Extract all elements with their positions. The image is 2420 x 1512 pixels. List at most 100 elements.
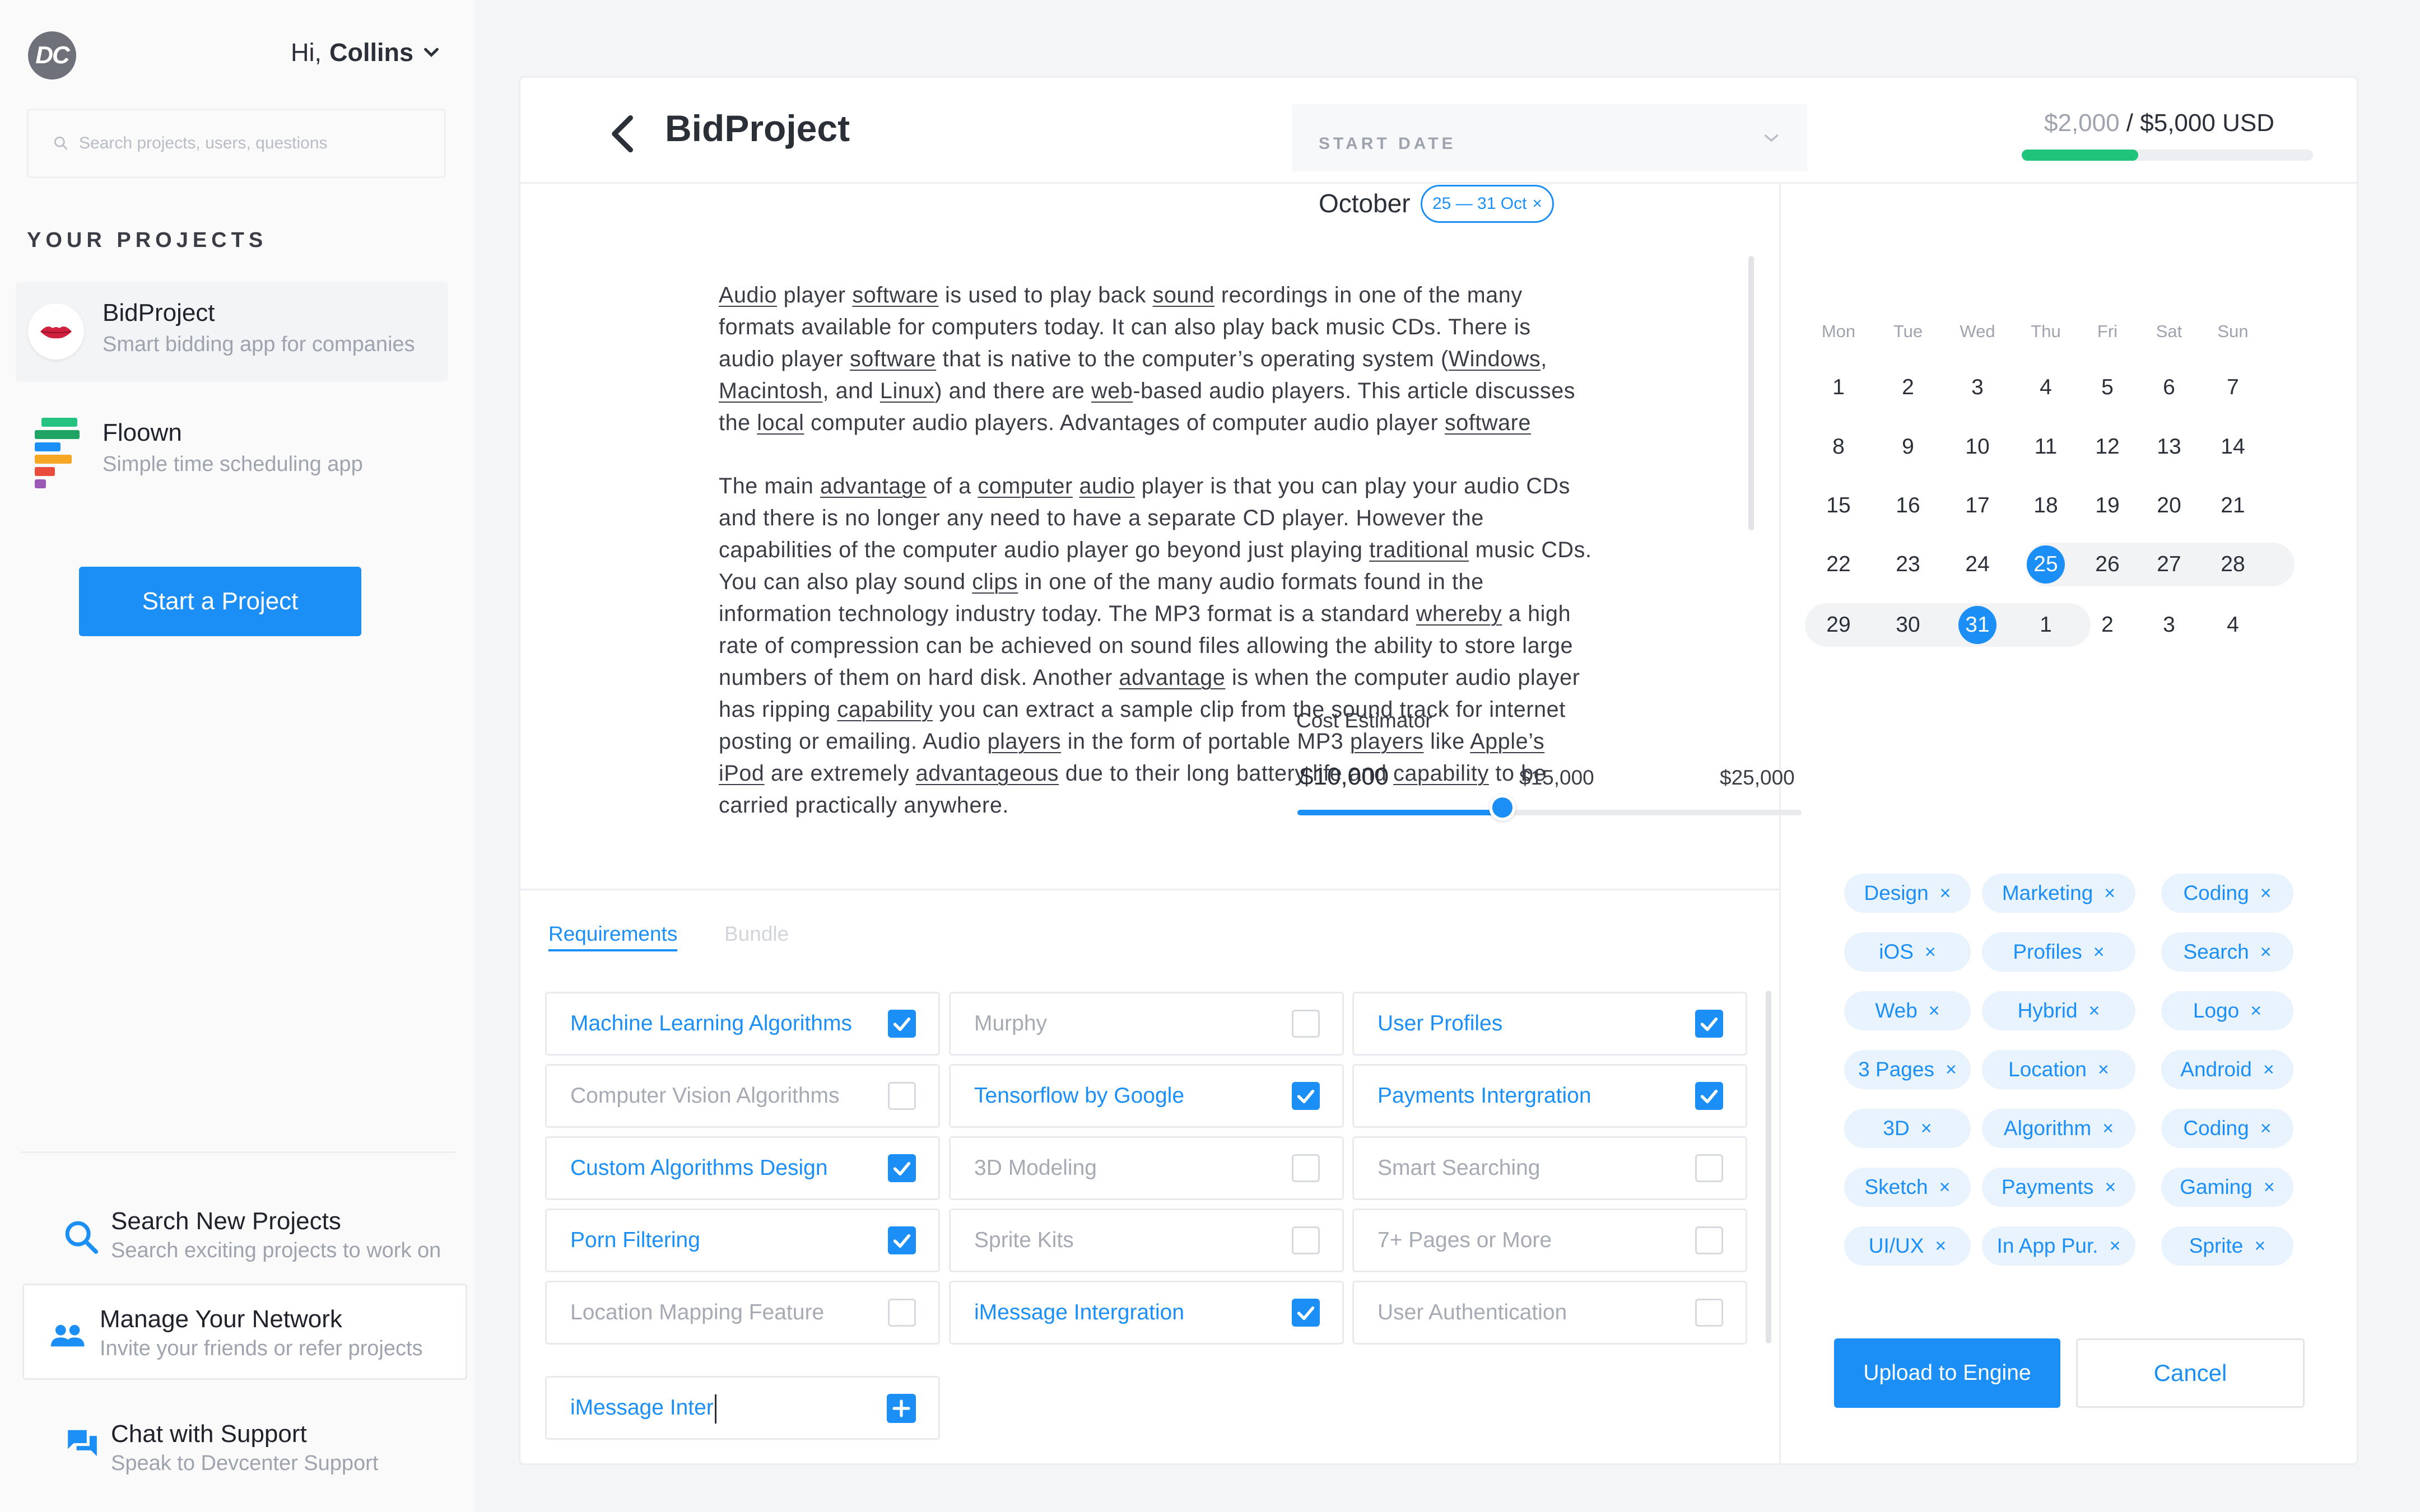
project-item-floown[interactable]: Floown Simple time scheduling app	[16, 402, 448, 502]
calendar-day[interactable]: 23	[1877, 545, 1939, 584]
user-menu[interactable]: Hi, Collins	[291, 38, 441, 67]
calendar-day[interactable]: 25	[2015, 545, 2077, 584]
requirement-item[interactable]: User Authentication	[1352, 1281, 1747, 1345]
calendar-day[interactable]: 16	[1877, 486, 1939, 525]
calendar-day[interactable]: 19	[2077, 486, 2138, 525]
close-icon[interactable]: ×	[1946, 1059, 1957, 1081]
close-icon[interactable]: ×	[2264, 1177, 2275, 1198]
calendar-day[interactable]: 15	[1808, 486, 1869, 525]
calendar-day[interactable]: 26	[2077, 545, 2138, 584]
calendar-day[interactable]: 1	[1808, 368, 1869, 407]
tag-chip[interactable]: Payments ×	[1982, 1168, 2135, 1207]
requirement-item[interactable]: Location Mapping Feature	[545, 1281, 940, 1345]
tag-chip[interactable]: Algorithm ×	[1982, 1109, 2135, 1148]
close-icon[interactable]: ×	[2102, 1118, 2114, 1140]
tag-chip[interactable]: iOS ×	[1844, 932, 1971, 972]
requirement-checkbox[interactable]	[1292, 1226, 1320, 1254]
close-icon[interactable]: ×	[2105, 1177, 2116, 1198]
requirement-item[interactable]: Machine Learning Algorithms	[545, 992, 940, 1056]
requirement-checkbox[interactable]	[1695, 1010, 1723, 1038]
calendar-day[interactable]: 3	[1947, 368, 2008, 407]
chevron-down-icon[interactable]	[1760, 127, 1783, 149]
tag-chip[interactable]: Sprite ×	[2161, 1226, 2293, 1266]
requirement-item[interactable]: iMessage Intergration	[949, 1281, 1344, 1345]
calendar-day[interactable]: 6	[2138, 368, 2200, 407]
calendar-day[interactable]: 14	[2202, 427, 2264, 466]
tag-chip[interactable]: Profiles ×	[1982, 932, 2135, 972]
requirement-item[interactable]: Sprite Kits	[949, 1208, 1344, 1272]
date-range-chip[interactable]: 25 — 31 Oct ×	[1421, 185, 1554, 223]
tab-requirements[interactable]: Requirements	[548, 922, 678, 951]
calendar-day[interactable]: 27	[2138, 545, 2200, 584]
cost-slider-thumb[interactable]	[1489, 794, 1516, 821]
close-icon[interactable]: ×	[2250, 1000, 2261, 1022]
tag-chip[interactable]: Gaming ×	[2161, 1168, 2293, 1207]
close-icon[interactable]: ×	[1940, 883, 1951, 904]
close-icon[interactable]: ×	[1939, 1177, 1951, 1198]
calendar-day[interactable]: 12	[2077, 427, 2138, 466]
requirement-item[interactable]: Porn Filtering	[545, 1208, 940, 1272]
calendar-day[interactable]: 7	[2202, 368, 2264, 407]
close-icon[interactable]: ×	[2254, 1235, 2265, 1257]
close-icon[interactable]: ×	[1929, 1000, 1940, 1022]
requirement-checkbox[interactable]	[888, 1010, 916, 1038]
calendar-day[interactable]: 3	[2138, 605, 2200, 645]
tag-chip[interactable]: Marketing ×	[1982, 874, 2135, 913]
tag-chip[interactable]: Location ×	[1982, 1050, 2135, 1089]
calendar-day[interactable]: 9	[1877, 427, 1939, 466]
tag-chip[interactable]: Search ×	[2161, 932, 2293, 972]
calendar-day[interactable]: 4	[2202, 605, 2264, 645]
calendar-day[interactable]: 31	[1947, 605, 2008, 645]
requirement-item[interactable]: 7+ Pages or More	[1352, 1208, 1747, 1272]
description-scrollbar[interactable]	[1748, 256, 1754, 530]
requirement-item[interactable]: Tensorflow by Google	[949, 1064, 1344, 1128]
close-icon[interactable]: ×	[1925, 941, 1936, 963]
chat-support-link[interactable]: Chat with Support Speak to Devcenter Sup…	[22, 1400, 465, 1495]
calendar-day[interactable]: 18	[2015, 486, 2077, 525]
calendar-day[interactable]: 8	[1808, 427, 1869, 466]
close-icon[interactable]: ×	[2089, 1000, 2100, 1022]
close-icon[interactable]: ×	[2110, 1235, 2121, 1257]
requirement-item[interactable]: Payments Intergration	[1352, 1064, 1747, 1128]
tag-chip[interactable]: Logo ×	[2161, 991, 2293, 1030]
search-new-projects-link[interactable]: Search New Projects Search exciting proj…	[22, 1187, 465, 1282]
close-icon[interactable]: ×	[1935, 1235, 1946, 1257]
tag-chip[interactable]: UI/UX ×	[1844, 1226, 1971, 1266]
calendar-day[interactable]: 17	[1947, 486, 2008, 525]
requirement-checkbox[interactable]	[1292, 1154, 1320, 1182]
close-icon[interactable]: ×	[1532, 194, 1542, 213]
calendar-day[interactable]: 28	[2202, 545, 2264, 584]
tag-chip[interactable]: Hybrid ×	[1982, 991, 2135, 1030]
tag-chip[interactable]: Coding ×	[2161, 874, 2293, 913]
requirement-checkbox[interactable]	[1292, 1299, 1320, 1327]
tag-chip[interactable]: Android ×	[2161, 1050, 2293, 1089]
requirement-checkbox[interactable]	[888, 1154, 916, 1182]
calendar-day[interactable]: 30	[1877, 605, 1939, 645]
close-icon[interactable]: ×	[2093, 941, 2105, 963]
requirement-item[interactable]: Murphy	[949, 992, 1344, 1056]
requirement-item[interactable]: Custom Algorithms Design	[545, 1136, 940, 1200]
requirement-checkbox[interactable]	[1292, 1082, 1320, 1110]
avatar[interactable]: DC	[28, 31, 76, 80]
close-icon[interactable]: ×	[2098, 1059, 2109, 1081]
project-item-bidproject[interactable]: BidProject Smart bidding app for compani…	[16, 282, 448, 382]
tag-chip[interactable]: 3 Pages ×	[1844, 1050, 1971, 1089]
upload-to-engine-button[interactable]: Upload to Engine	[1834, 1338, 2060, 1408]
back-arrow-icon[interactable]	[604, 111, 644, 156]
calendar-day[interactable]: 24	[1947, 545, 2008, 584]
requirement-checkbox[interactable]	[1695, 1299, 1723, 1327]
calendar-day[interactable]: 10	[1947, 427, 2008, 466]
requirement-item[interactable]: Computer Vision Algorithms	[545, 1064, 940, 1128]
search-input[interactable]: Search projects, users, questions	[27, 109, 446, 178]
calendar-day[interactable]: 1	[2015, 605, 2077, 645]
calendar-day[interactable]: 2	[1877, 368, 1939, 407]
new-requirement-input[interactable]: iMessage Inter	[545, 1376, 940, 1440]
manage-network-link[interactable]: Manage Your Network Invite your friends …	[22, 1284, 467, 1380]
calendar-day[interactable]: 2	[2077, 605, 2138, 645]
requirements-scrollbar[interactable]	[1766, 991, 1771, 1343]
calendar-day[interactable]: 29	[1808, 605, 1869, 645]
close-icon[interactable]: ×	[2263, 1059, 2274, 1081]
requirement-checkbox[interactable]	[888, 1299, 916, 1327]
start-project-button[interactable]: Start a Project	[79, 567, 361, 636]
close-icon[interactable]: ×	[2260, 941, 2272, 963]
